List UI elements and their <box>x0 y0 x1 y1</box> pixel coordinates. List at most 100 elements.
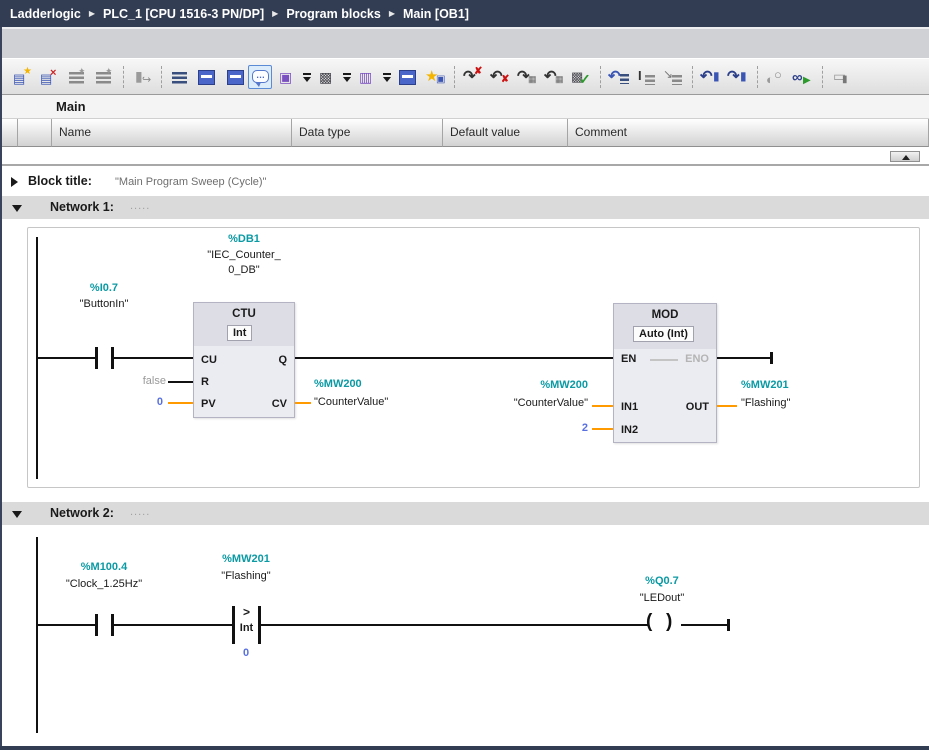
previous-bookmark-icon[interactable]: ↶▮ <box>698 65 722 89</box>
insert-network-icon[interactable]: ▤★ <box>10 65 34 89</box>
table-splitter-row <box>2 147 929 166</box>
ctu-type-selector[interactable]: Int <box>227 325 252 341</box>
negate-contact-dropdown-icon[interactable] <box>342 65 352 89</box>
free-form-comment-icon[interactable]: ▮↪ <box>129 65 153 89</box>
operand-name[interactable]: "LEDout" <box>602 592 722 604</box>
operand-address[interactable]: %MW200 <box>448 379 588 391</box>
column-header-data-type[interactable]: Data type <box>292 119 443 147</box>
update-block-call-icon[interactable]: ↷▦ <box>514 65 538 89</box>
toolbar-separator <box>822 66 823 88</box>
network-1-header[interactable]: Network 1: ..... <box>2 196 929 219</box>
open-branch-icon[interactable] <box>395 65 419 89</box>
column-header-comment[interactable]: Comment <box>568 119 929 147</box>
favorites-icon[interactable]: ★▣ <box>422 65 446 89</box>
network-1-label: Network 1: <box>50 200 114 214</box>
network-1-comment[interactable]: ..... <box>130 200 150 212</box>
sync-block-call-icon[interactable]: ↶▦ <box>541 65 565 89</box>
coil-ledout[interactable]: ( <box>646 611 652 633</box>
power-rail <box>36 537 38 733</box>
in2-input-value[interactable]: 2 <box>548 422 588 434</box>
absolute-operands-icon[interactable] <box>167 65 191 89</box>
collapse-arrow-icon[interactable] <box>12 511 22 518</box>
negate-contact-icon[interactable]: ▩ <box>315 65 339 89</box>
goto-application-icon[interactable]: ↘ <box>660 65 684 89</box>
mod-block[interactable]: MOD Auto (Int) EN ENO IN1 IN2 OUT <box>613 303 717 443</box>
operand-address[interactable]: %Q0.7 <box>602 575 722 587</box>
operand-address[interactable]: %M100.4 <box>44 561 164 573</box>
monitor-selection-icon[interactable]: ◐○ <box>763 65 787 89</box>
column-header-name[interactable]: Name <box>52 119 292 147</box>
toolbar-separator <box>757 66 758 88</box>
ctu-counter-block[interactable]: CTU Int CU R PV Q CV <box>193 302 295 418</box>
operand-address[interactable]: %MW201 <box>186 553 306 565</box>
insert-operand-icon[interactable]: ▥ <box>355 65 379 89</box>
collapse-table-button[interactable] <box>890 151 920 162</box>
breadcrumb-item-program-blocks[interactable]: Program blocks <box>286 7 380 21</box>
pin-cv: CV <box>272 398 287 410</box>
ctu-block-title: CTU <box>194 308 294 320</box>
goto-previous-error-icon[interactable]: ↷✘ <box>460 65 484 89</box>
insert-empty-box-dropdown-icon[interactable] <box>302 65 312 89</box>
breadcrumb-item-main-ob1[interactable]: Main [OB1] <box>403 7 469 21</box>
db-instance-name-line2[interactable]: 0_DB" <box>174 264 314 276</box>
wire <box>717 357 770 359</box>
monitoring-onoff-icon[interactable]: ∞▶ <box>790 65 814 89</box>
collapse-networks-icon[interactable] <box>221 65 245 89</box>
goto-usage-icon[interactable]: I <box>633 65 657 89</box>
block-title-value[interactable]: "Main Program Sweep (Cycle)" <box>115 176 266 188</box>
wire <box>261 624 648 626</box>
operand-name[interactable]: "Flashing" <box>186 570 306 582</box>
goto-definition-icon[interactable]: ↶ <box>606 65 630 89</box>
operand-address[interactable]: %MW200 <box>314 378 362 390</box>
operand-name[interactable]: "CounterValue" <box>314 396 388 408</box>
block-title-row[interactable]: Block title: "Main Program Sweep (Cycle)… <box>2 170 929 194</box>
network-2-header[interactable]: Network 2: ..... <box>2 502 929 525</box>
delete-row-icon[interactable]: ✦ <box>91 65 115 89</box>
pv-input-value[interactable]: 0 <box>123 396 163 408</box>
operand-address[interactable]: %I0.7 <box>54 282 154 294</box>
wire <box>114 357 193 359</box>
comparator-type[interactable]: Int <box>235 622 258 634</box>
collapse-arrow-icon[interactable] <box>11 177 18 187</box>
insert-row-icon[interactable]: ✦ <box>64 65 88 89</box>
comparator-operator[interactable]: > <box>235 605 258 619</box>
db-instance-name-line1[interactable]: "IEC_Counter_ <box>174 249 314 261</box>
network-comments-toggle-icon[interactable]: … <box>248 65 272 89</box>
wire-orange <box>592 428 613 430</box>
mod-type-selector[interactable]: Auto (Int) <box>633 326 694 342</box>
mod-block-title: MOD <box>614 309 716 321</box>
breadcrumb-item-project[interactable]: Ladderlogic <box>10 7 81 21</box>
contact-buttonin[interactable] <box>95 347 98 369</box>
delete-network-icon[interactable]: ▤× <box>37 65 61 89</box>
next-bookmark-icon[interactable]: ↷▮ <box>725 65 749 89</box>
collapse-arrow-icon[interactable] <box>12 205 22 212</box>
operand-name[interactable]: "Clock_1.25Hz" <box>44 578 164 590</box>
breadcrumb: Ladderlogic ▶ PLC_1 [CPU 1516-3 PN/DP] ▶… <box>0 0 929 27</box>
insert-operand-dropdown-icon[interactable] <box>382 65 392 89</box>
goto-next-error-icon[interactable]: ↶✘ <box>487 65 511 89</box>
operand-address[interactable]: %MW201 <box>741 379 789 391</box>
network-2-comment[interactable]: ..... <box>130 506 150 518</box>
operand-name[interactable]: "Flashing" <box>741 397 790 409</box>
coil-ledout[interactable]: ) <box>666 611 672 633</box>
expand-networks-icon[interactable] <box>194 65 218 89</box>
block-interface-title-row: Main <box>2 95 929 119</box>
r-input-value[interactable]: false <box>106 375 166 387</box>
wire <box>681 624 727 626</box>
rung-end-tick <box>770 352 773 364</box>
tia-portal-ladder-editor: Ladderlogic ▶ PLC_1 [CPU 1516-3 PN/DP] ▶… <box>0 0 929 750</box>
consistency-check-icon[interactable]: ▩✓ <box>568 65 592 89</box>
db-instance-address[interactable]: %DB1 <box>174 233 314 245</box>
column-header-default-value[interactable]: Default value <box>443 119 568 147</box>
operand-name[interactable]: "CounterValue" <box>448 397 588 409</box>
insert-empty-box-icon[interactable]: ▣ <box>275 65 299 89</box>
breadcrumb-item-plc[interactable]: PLC_1 [CPU 1516-3 PN/DP] <box>103 7 264 21</box>
contact-clock[interactable] <box>95 614 98 636</box>
wire-orange <box>717 405 737 407</box>
wire-orange <box>168 402 193 404</box>
breadcrumb-separator-icon: ▶ <box>272 9 278 18</box>
operand-name[interactable]: "ButtonIn" <box>54 298 154 310</box>
pin-in1: IN1 <box>621 401 638 413</box>
data-block-icon[interactable]: ▭▮ <box>828 65 852 89</box>
comparator-value[interactable]: 0 <box>226 647 266 659</box>
